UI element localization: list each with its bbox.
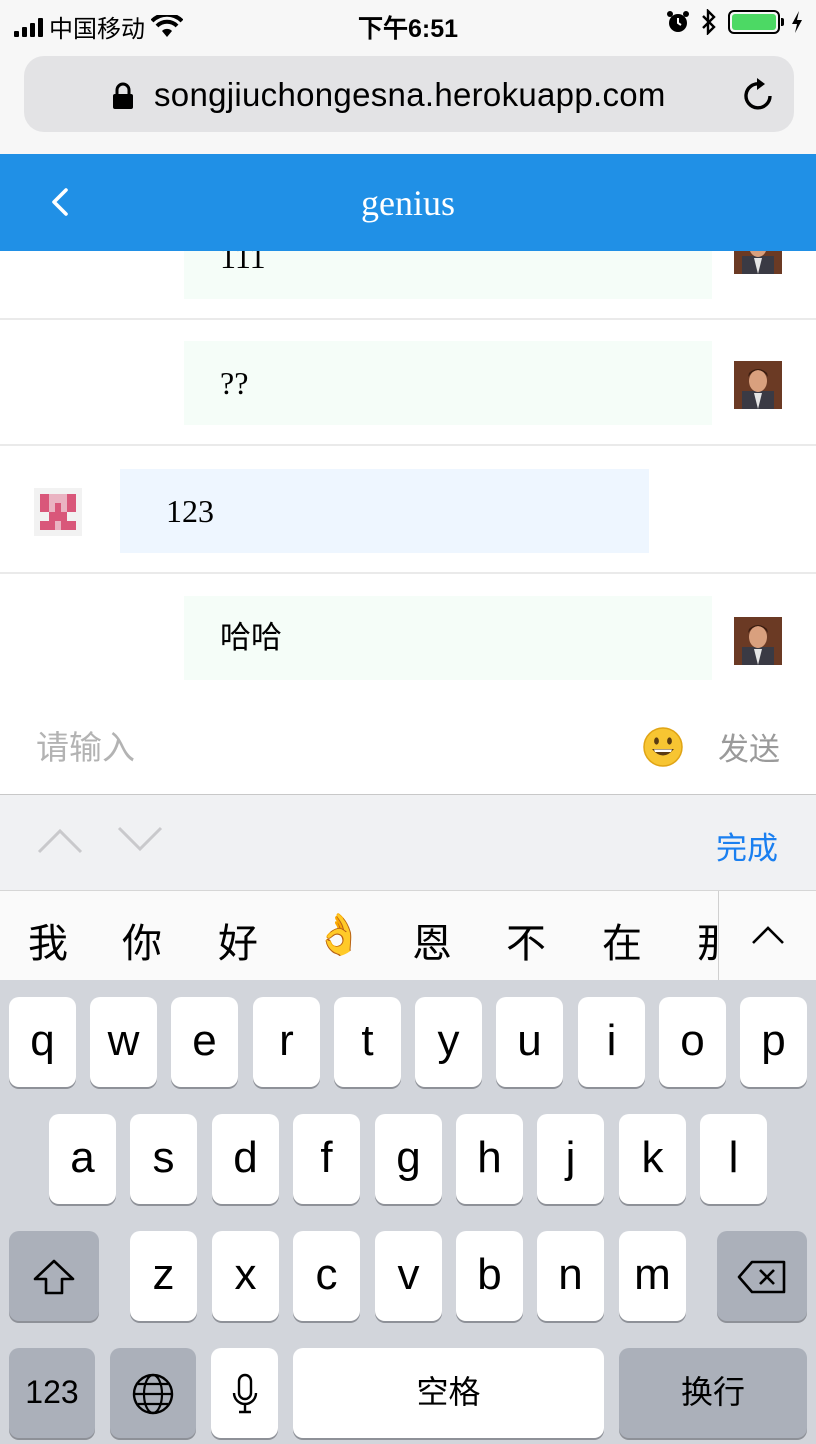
alarm-icon xyxy=(667,11,689,32)
url-text[interactable]: songjiuchongesna.herokuapp.com xyxy=(154,76,666,114)
avatar[interactable] xyxy=(34,488,82,536)
chevron-up-icon[interactable] xyxy=(36,825,84,855)
battery-icon xyxy=(728,10,784,34)
candidate-word[interactable]: 我 xyxy=(28,911,68,969)
key-o[interactable]: o xyxy=(659,997,726,1087)
shift-key[interactable] xyxy=(9,1231,99,1321)
message-list[interactable]: 111 ?? 123 哈哈 xyxy=(0,251,816,701)
key-b[interactable]: b xyxy=(456,1231,523,1321)
avatar[interactable] xyxy=(734,617,782,665)
address-bar[interactable]: songjiuchongesna.herokuapp.com xyxy=(24,56,794,132)
microphone-icon xyxy=(232,1374,257,1414)
lock-icon xyxy=(113,82,133,109)
message-row: ?? xyxy=(0,320,816,446)
key-r[interactable]: r xyxy=(253,997,320,1087)
candidate-word[interactable]: 在 xyxy=(602,911,642,969)
key-p[interactable]: p xyxy=(740,997,807,1087)
keyboard: q w e r t y u i o p a s d f g h j k l z … xyxy=(0,980,816,1444)
expand-candidates-button[interactable] xyxy=(718,891,816,980)
candidate-word[interactable]: 好 xyxy=(218,911,258,969)
message-bubble: ?? xyxy=(184,341,712,425)
shift-icon xyxy=(33,1260,75,1295)
message-bubble: 哈哈 xyxy=(184,596,712,680)
key-j[interactable]: j xyxy=(537,1114,604,1204)
reload-icon[interactable] xyxy=(740,76,776,114)
backspace-icon xyxy=(737,1261,786,1294)
send-button[interactable]: 发送 xyxy=(718,724,780,769)
key-d[interactable]: d xyxy=(212,1114,279,1204)
smiley-icon[interactable] xyxy=(642,726,684,768)
candidate-word[interactable]: 👌 xyxy=(314,911,364,958)
key-i[interactable]: i xyxy=(578,997,645,1087)
key-g[interactable]: g xyxy=(375,1114,442,1204)
key-l[interactable]: l xyxy=(700,1114,767,1204)
globe-icon xyxy=(132,1374,174,1415)
message-row: 哈哈 xyxy=(0,576,816,701)
key-e[interactable]: e xyxy=(171,997,238,1087)
message-input[interactable] xyxy=(36,724,596,770)
chevron-down-icon[interactable] xyxy=(116,825,164,855)
message-row: 123 xyxy=(0,448,816,574)
bluetooth-icon xyxy=(702,9,716,35)
key-m[interactable]: m xyxy=(619,1231,686,1321)
key-s[interactable]: s xyxy=(130,1114,197,1204)
key-n[interactable]: n xyxy=(537,1231,604,1321)
dictation-key[interactable] xyxy=(211,1348,278,1438)
numbers-key[interactable]: 123 xyxy=(9,1348,95,1438)
keyboard-accessory-bar: 完成 xyxy=(0,794,816,890)
status-right xyxy=(666,9,804,35)
composer: 发送 xyxy=(0,700,816,794)
key-k[interactable]: k xyxy=(619,1114,686,1204)
key-c[interactable]: c xyxy=(293,1231,360,1321)
done-button[interactable]: 完成 xyxy=(716,823,778,868)
avatar[interactable] xyxy=(734,251,782,274)
key-z[interactable]: z xyxy=(130,1231,197,1321)
candidate-bar: 我 你 好 👌 恩 不 在 那 xyxy=(0,890,816,980)
app-header: genius xyxy=(0,154,816,251)
key-t[interactable]: t xyxy=(334,997,401,1087)
message-bubble: 111 xyxy=(184,251,712,299)
charging-icon xyxy=(792,11,802,33)
candidate-word[interactable]: 恩 xyxy=(412,911,452,969)
avatar[interactable] xyxy=(734,361,782,409)
key-a[interactable]: a xyxy=(49,1114,116,1204)
message-bubble: 123 xyxy=(120,469,649,553)
key-w[interactable]: w xyxy=(90,997,157,1087)
key-u[interactable]: u xyxy=(496,997,563,1087)
page-title: genius xyxy=(361,183,455,223)
globe-key[interactable] xyxy=(110,1348,196,1438)
key-y[interactable]: y xyxy=(415,997,482,1087)
key-f[interactable]: f xyxy=(293,1114,360,1204)
key-q[interactable]: q xyxy=(9,997,76,1087)
browser-toolbar: songjiuchongesna.herokuapp.com xyxy=(0,50,816,154)
message-row: 111 xyxy=(0,251,816,320)
space-key[interactable]: 空格 xyxy=(293,1348,604,1438)
status-bar: 中国移动 下午6:51 xyxy=(0,0,816,50)
key-v[interactable]: v xyxy=(375,1231,442,1321)
delete-key[interactable] xyxy=(717,1231,807,1321)
key-h[interactable]: h xyxy=(456,1114,523,1204)
candidate-word[interactable]: 你 xyxy=(122,911,162,969)
chevron-up-icon xyxy=(752,926,784,944)
return-key[interactable]: 换行 xyxy=(619,1348,807,1438)
candidate-word[interactable]: 不 xyxy=(506,911,546,969)
key-x[interactable]: x xyxy=(212,1231,279,1321)
